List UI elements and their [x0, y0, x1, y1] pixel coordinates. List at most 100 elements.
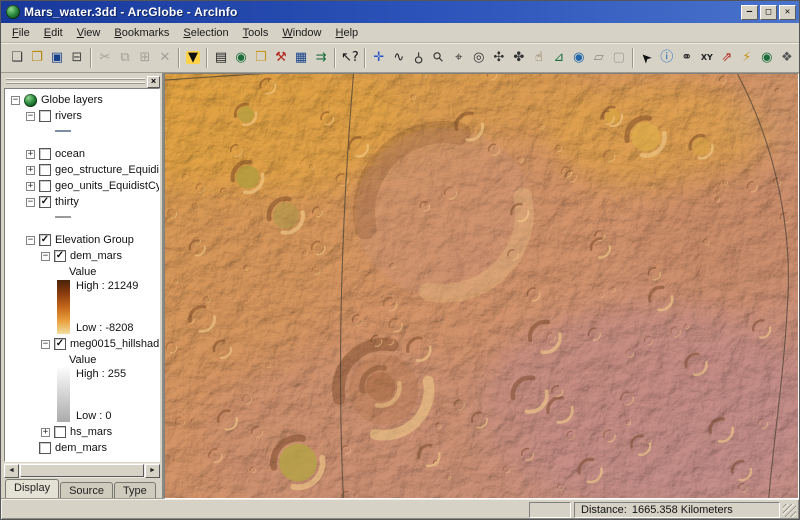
- whats-this-help-icon[interactable]: ↖?: [340, 47, 360, 69]
- tab-display[interactable]: Display: [5, 479, 60, 499]
- toc-close-button[interactable]: ×: [147, 75, 160, 88]
- delete-icon[interactable]: ✕: [156, 47, 174, 69]
- arcglobe-app-icon: [6, 5, 20, 19]
- collapse-icon[interactable]: −: [11, 95, 20, 105]
- paste-icon[interactable]: ⊞: [136, 47, 154, 69]
- expand-icon[interactable]: +: [26, 181, 35, 191]
- menu-bookmarks[interactable]: Bookmarks: [107, 25, 176, 41]
- fly-icon[interactable]: ∿: [390, 47, 408, 69]
- select-features-icon[interactable]: ▱: [590, 47, 608, 69]
- minimize-button[interactable]: –: [741, 4, 758, 20]
- expand-icon[interactable]: +: [26, 165, 35, 175]
- layer-label[interactable]: geo_units_EquidistCyl: [55, 180, 159, 192]
- center-on-target-icon[interactable]: ⌖: [450, 47, 468, 69]
- layer-checkbox[interactable]: [39, 180, 51, 192]
- layer-label[interactable]: dem_mars: [70, 250, 122, 262]
- pan-icon[interactable]: ☝: [530, 47, 548, 69]
- arcmap-globe-icon[interactable]: ◉: [232, 47, 250, 69]
- ramp-high-label: High : 21249: [76, 280, 139, 292]
- layer-row: dem_mars: [7, 440, 159, 456]
- modelbuilder-icon[interactable]: ⇉: [312, 47, 330, 69]
- layer-checkbox[interactable]: ✓: [54, 250, 66, 262]
- menu-window[interactable]: Window: [275, 25, 328, 41]
- panel-grip[interactable]: [6, 78, 145, 85]
- legend-heading: Value: [69, 353, 97, 366]
- command-window-icon[interactable]: ▦: [292, 47, 310, 69]
- fixed-zoom-in-icon[interactable]: ✣: [490, 47, 508, 69]
- layer-label[interactable]: thirty: [55, 196, 79, 208]
- new-document-icon[interactable]: ❏: [8, 47, 26, 69]
- open-folder-icon[interactable]: ❐: [28, 47, 46, 69]
- menu-help[interactable]: Help: [329, 25, 366, 41]
- add-data-icon[interactable]: ▼: [184, 47, 202, 69]
- arctoolbox-icon[interactable]: ⚒: [272, 47, 290, 69]
- toc-tabs: Display Source Type: [4, 478, 160, 499]
- layer-checkbox[interactable]: [39, 164, 51, 176]
- expand-icon[interactable]: +: [26, 149, 35, 159]
- layer-checkbox[interactable]: ✓: [39, 196, 51, 208]
- scroll-left-icon[interactable]: ◄: [4, 463, 19, 478]
- maximize-button[interactable]: □: [760, 4, 777, 20]
- measure-icon[interactable]: ⇗: [718, 47, 736, 69]
- viewer-window-icon[interactable]: ❖: [778, 47, 796, 69]
- clear-selection-icon[interactable]: ▢: [610, 47, 628, 69]
- layer-checkbox[interactable]: [39, 110, 51, 122]
- arccatalog-icon[interactable]: ❒: [252, 47, 270, 69]
- layer-checkbox[interactable]: [39, 442, 51, 454]
- collapse-icon[interactable]: −: [26, 197, 35, 207]
- toc-horizontal-scrollbar[interactable]: ◄ ►: [4, 463, 160, 478]
- layer-label[interactable]: geo_structure_EquidistC: [55, 164, 159, 176]
- animation-globe-icon[interactable]: ◉: [758, 47, 776, 69]
- layer-checkbox[interactable]: ✓: [54, 338, 66, 350]
- expand-icon[interactable]: +: [41, 427, 50, 437]
- save-icon[interactable]: ▣: [48, 47, 66, 69]
- fixed-zoom-out-icon[interactable]: ✤: [510, 47, 528, 69]
- layer-row: − Globe layers: [7, 92, 159, 108]
- lightning-hyperlink-icon[interactable]: ⚡: [738, 47, 756, 69]
- layer-row: − ✓ dem_mars: [7, 248, 159, 264]
- tab-type[interactable]: Type: [113, 482, 156, 499]
- menu-tools[interactable]: Tools: [236, 25, 276, 41]
- menu-file[interactable]: File: [5, 25, 37, 41]
- print-icon[interactable]: ⊟: [68, 47, 86, 69]
- resize-grip[interactable]: [783, 504, 796, 517]
- cut-icon[interactable]: ✂: [96, 47, 114, 69]
- map-view[interactable]: [164, 73, 799, 499]
- scrollbar-thumb[interactable]: [20, 464, 144, 477]
- find-icon[interactable]: ⚭: [678, 47, 696, 69]
- layer-label[interactable]: ocean: [55, 148, 85, 160]
- close-button[interactable]: ✕: [779, 4, 796, 20]
- layer-label[interactable]: hs_mars: [70, 426, 112, 438]
- layer-checkbox[interactable]: [39, 148, 51, 160]
- ramp-low-label: Low : -8208: [76, 322, 134, 334]
- menu-view[interactable]: View: [70, 25, 108, 41]
- copy-icon[interactable]: ⧉: [116, 47, 134, 69]
- layer-label[interactable]: dem_mars: [55, 442, 107, 454]
- select-elements-icon[interactable]: ➤: [638, 47, 656, 69]
- scroll-right-icon[interactable]: ►: [145, 463, 160, 478]
- menu-selection[interactable]: Selection: [176, 25, 235, 41]
- legend-heading: Value: [69, 265, 97, 278]
- collapse-icon[interactable]: −: [41, 339, 50, 349]
- surface-measure-icon[interactable]: ⊿: [550, 47, 568, 69]
- title-bar[interactable]: Mars_water.3dd - ArcGlobe - ArcInfo – □ …: [1, 1, 799, 23]
- tab-source[interactable]: Source: [60, 482, 113, 499]
- layer-checkbox[interactable]: [54, 426, 66, 438]
- menu-edit[interactable]: Edit: [37, 25, 70, 41]
- zoom-to-target-icon[interactable]: ◎: [470, 47, 488, 69]
- goto-xy-icon[interactable]: XY: [698, 47, 716, 69]
- layer-label[interactable]: Globe layers: [41, 94, 103, 106]
- collapse-icon[interactable]: −: [41, 251, 50, 261]
- zoom-in-icon[interactable]: ⚲: [430, 47, 448, 69]
- collapse-icon[interactable]: −: [26, 235, 35, 245]
- navigate-icon[interactable]: ✛: [370, 47, 388, 69]
- layer-label[interactable]: meg0015_hillshade.t: [70, 338, 159, 350]
- layer-label[interactable]: Elevation Group: [55, 234, 134, 246]
- identify-icon[interactable]: ⓘ: [658, 47, 676, 69]
- toc-window-icon[interactable]: ▤: [212, 47, 230, 69]
- set-observer-icon[interactable]: ⚲: [410, 47, 428, 69]
- full-extent-icon[interactable]: ◉: [570, 47, 588, 69]
- layer-checkbox[interactable]: ✓: [39, 234, 51, 246]
- layer-label[interactable]: rivers: [55, 110, 82, 122]
- collapse-icon[interactable]: −: [26, 111, 35, 121]
